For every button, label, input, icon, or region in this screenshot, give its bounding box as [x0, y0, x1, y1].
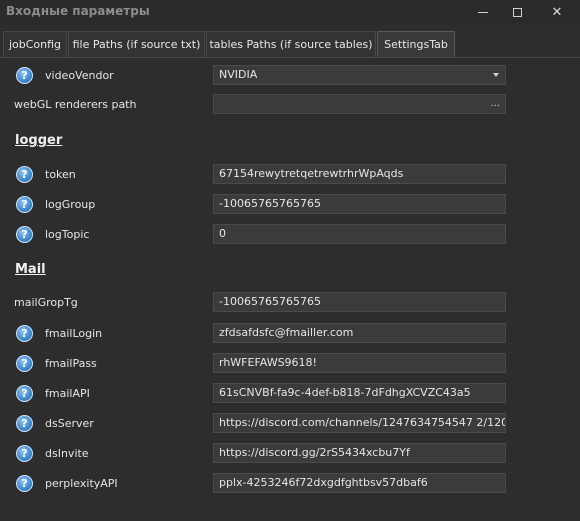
- tab-jobconfig[interactable]: jobConfig: [3, 31, 67, 57]
- section-mail: Mail: [15, 262, 46, 277]
- fmailapi-value: 61sCNVBf-fa9c-4def-b818-7dFdhgXCVZC43a5: [219, 386, 471, 399]
- logtopic-label: logTopic: [45, 228, 90, 241]
- row-fmailpass: ? fmailPass rhWFEFAWS9618!: [0, 353, 580, 375]
- help-icon[interactable]: ?: [16, 355, 33, 372]
- tab-label: SettingsTab: [384, 38, 448, 51]
- help-icon[interactable]: ?: [16, 325, 33, 342]
- token-value: 67154rewytretqetrewtrhrWpAqds: [219, 167, 404, 180]
- row-fmaillogin: ? fmailLogin zfdsafdsfc@fmailler.com: [0, 323, 580, 345]
- videovendor-label: videoVendor: [45, 69, 114, 82]
- row-token: ? token 67154rewytretqetrewtrhrWpAqds: [0, 164, 580, 186]
- fmailpass-input[interactable]: rhWFEFAWS9618!: [213, 353, 506, 373]
- dsinvite-value: https://discord.gg/2rS5434xcbu7Yf: [219, 446, 410, 459]
- title-bar: Входные параметры ✕: [0, 0, 580, 24]
- tab-tables-paths[interactable]: tables Paths (if source tables): [206, 31, 376, 57]
- webgl-label: webGL renderers path: [14, 98, 137, 111]
- webgl-path-input[interactable]: ...: [213, 94, 506, 114]
- close-button[interactable]: ✕: [540, 0, 574, 24]
- tab-label: tables Paths (if source tables): [209, 38, 373, 51]
- row-loggroup: ? logGroup -10065765765765: [0, 194, 580, 216]
- minimize-button[interactable]: [466, 0, 500, 24]
- logtopic-input[interactable]: 0: [213, 224, 506, 244]
- maximize-button[interactable]: [500, 0, 534, 24]
- maximize-icon: [512, 7, 522, 17]
- chevron-down-icon: [493, 73, 499, 77]
- help-icon[interactable]: ?: [16, 226, 33, 243]
- help-icon[interactable]: ?: [16, 166, 33, 183]
- fmailpass-value: rhWFEFAWS9618!: [219, 356, 317, 369]
- videovendor-select[interactable]: NVIDIA: [213, 65, 506, 85]
- section-logger: logger: [15, 133, 63, 148]
- row-fmailapi: ? fmailAPI 61sCNVBf-fa9c-4def-b818-7dFdh…: [0, 383, 580, 405]
- row-videovendor: ? videoVendor NVIDIA: [0, 65, 580, 87]
- perplexityapi-label: perplexityAPI: [45, 477, 118, 490]
- tab-bar: jobConfig file Paths (if source txt) tab…: [0, 31, 580, 57]
- videovendor-value: NVIDIA: [219, 68, 258, 81]
- token-label: token: [45, 168, 76, 181]
- tab-file-paths[interactable]: file Paths (if source txt): [68, 31, 205, 57]
- mailgroptg-value: -10065765765765: [219, 295, 321, 308]
- loggroup-label: logGroup: [45, 198, 96, 211]
- tab-divider: [0, 57, 580, 58]
- mailgroptg-label: mailGropTg: [14, 296, 78, 309]
- dsinvite-label: dsInvite: [45, 447, 89, 460]
- minimize-icon: [478, 11, 488, 13]
- fmailpass-label: fmailPass: [45, 357, 97, 370]
- row-webgl: webGL renderers path ...: [0, 94, 580, 116]
- close-icon: ✕: [551, 4, 563, 20]
- browse-button[interactable]: ...: [490, 95, 500, 113]
- loggroup-value: -10065765765765: [219, 197, 321, 210]
- help-icon[interactable]: ?: [16, 475, 33, 492]
- window-title: Входные параметры: [6, 4, 150, 18]
- help-icon[interactable]: ?: [16, 445, 33, 462]
- perplexityapi-value: pplx-4253246f72dxgdfghtbsv57dbaf6: [219, 476, 428, 489]
- tab-settings[interactable]: SettingsTab: [377, 31, 455, 57]
- tab-label: file Paths (if source txt): [72, 38, 201, 51]
- logtopic-value: 0: [219, 227, 226, 240]
- row-mailgroptg: mailGropTg -10065765765765: [0, 292, 580, 314]
- dsserver-label: dsServer: [45, 417, 94, 430]
- token-input[interactable]: 67154rewytretqetrewtrhrWpAqds: [213, 164, 506, 184]
- row-dsinvite: ? dsInvite https://discord.gg/2rS5434xcb…: [0, 443, 580, 465]
- row-logtopic: ? logTopic 0: [0, 224, 580, 246]
- tab-label: jobConfig: [8, 38, 62, 51]
- help-icon[interactable]: ?: [16, 385, 33, 402]
- help-icon[interactable]: ?: [16, 415, 33, 432]
- help-icon[interactable]: ?: [16, 196, 33, 213]
- fmailapi-input[interactable]: 61sCNVBf-fa9c-4def-b818-7dFdhgXCVZC43a5: [213, 383, 506, 403]
- dsserver-value: https://discord.com/channels/12476347545…: [219, 416, 505, 429]
- mailgroptg-input[interactable]: -10065765765765: [213, 292, 506, 312]
- fmaillogin-input[interactable]: zfdsafdsfc@fmailler.com: [213, 323, 506, 343]
- fmailapi-label: fmailAPI: [45, 387, 90, 400]
- perplexityapi-input[interactable]: pplx-4253246f72dxgdfghtbsv57dbaf6: [213, 473, 506, 493]
- loggroup-input[interactable]: -10065765765765: [213, 194, 506, 214]
- help-icon[interactable]: ?: [16, 67, 33, 84]
- row-perplexityapi: ? perplexityAPI pplx-4253246f72dxgdfghtb…: [0, 473, 580, 495]
- fmaillogin-label: fmailLogin: [45, 327, 103, 340]
- dsinvite-input[interactable]: https://discord.gg/2rS5434xcbu7Yf: [213, 443, 506, 463]
- row-dsserver: ? dsServer https://discord.com/channels/…: [0, 413, 580, 435]
- dsserver-input[interactable]: https://discord.com/channels/12476347545…: [213, 413, 506, 433]
- fmaillogin-value: zfdsafdsfc@fmailler.com: [219, 326, 354, 339]
